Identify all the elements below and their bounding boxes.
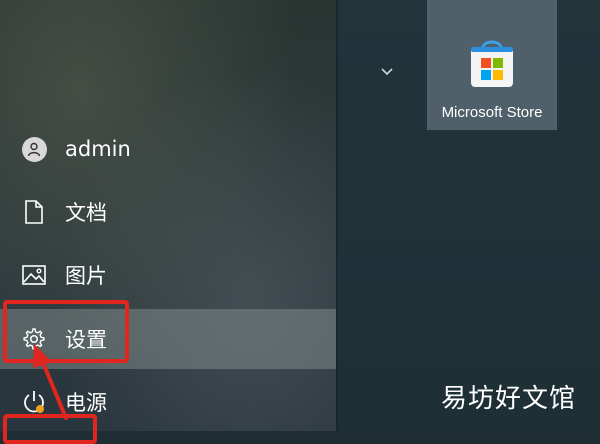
chevron-down-icon[interactable]	[377, 62, 397, 82]
watermark-text: 易坊好文馆	[440, 384, 576, 414]
tile-label: Microsoft Store	[441, 104, 543, 121]
tile-microsoft-store[interactable]: Microsoft Store	[427, 0, 557, 130]
microsoft-store-icon	[469, 38, 515, 90]
